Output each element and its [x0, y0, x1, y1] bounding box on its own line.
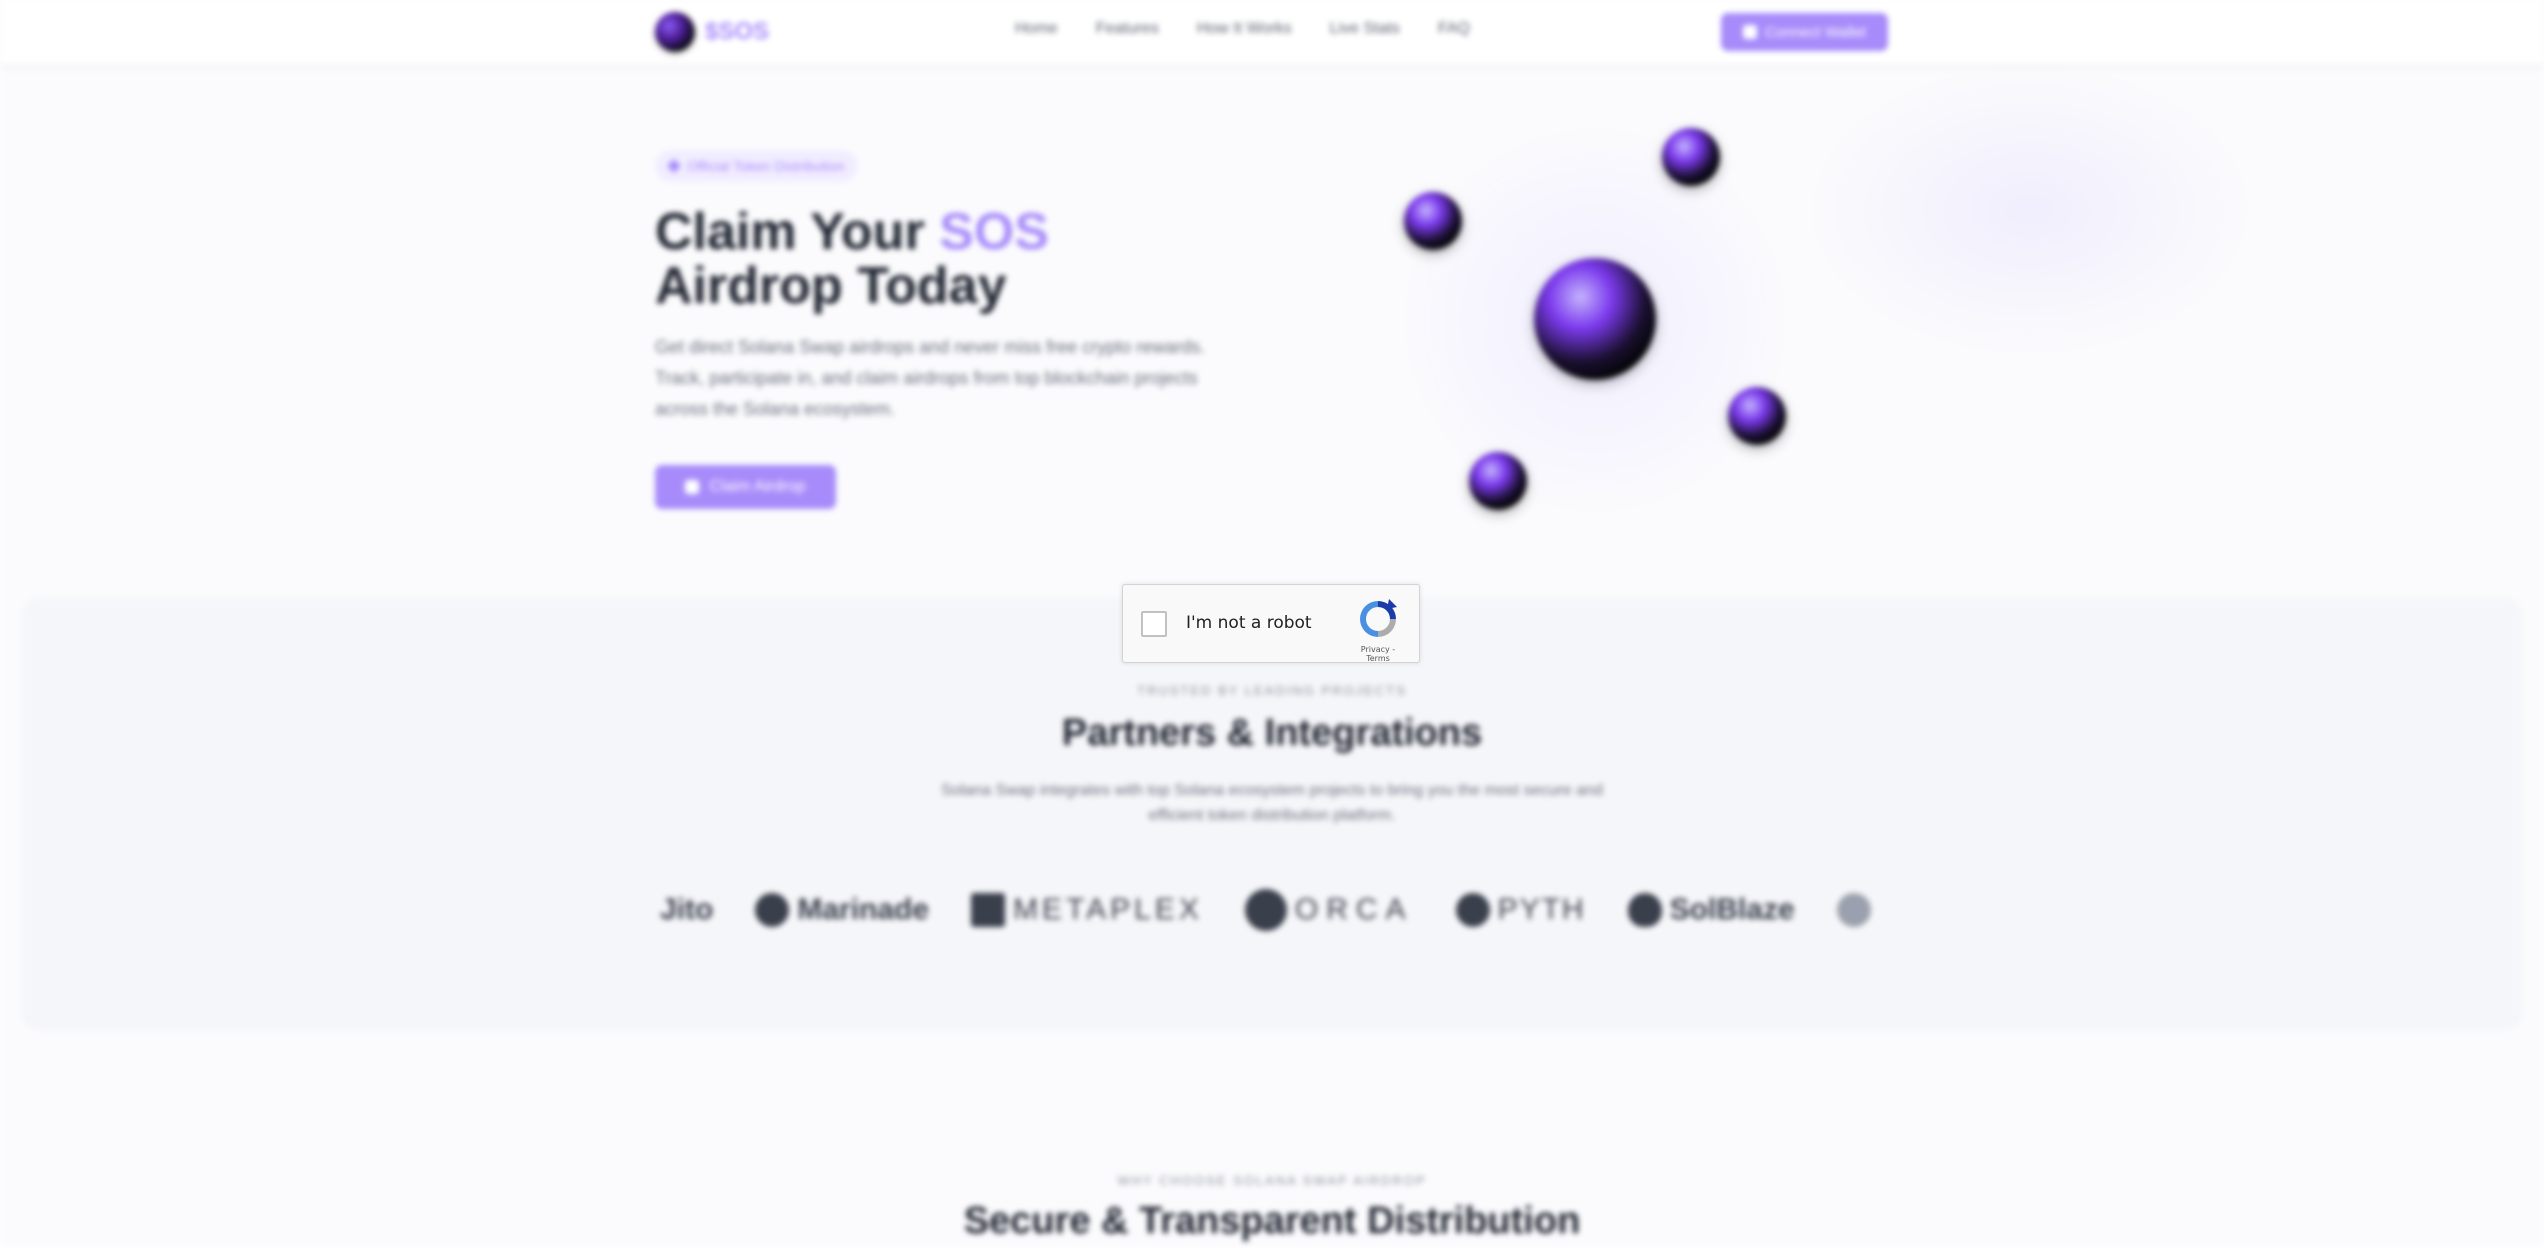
partner-logo-carousel: Jito Marinade METAPLEX ORCA PYTH SolBlaz…	[660, 885, 1885, 935]
wallet-icon	[1742, 25, 1757, 39]
hero-title-accent: SOS	[939, 203, 1049, 261]
recaptcha-label: I'm not a robot	[1186, 613, 1312, 633]
brand-name: $SOS	[705, 18, 770, 45]
hero-badge: Official Token Distribution	[655, 150, 859, 182]
recaptcha-logo-icon	[1360, 599, 1397, 637]
claim-airdrop-label: Claim Airdrop	[709, 478, 806, 495]
nav-how-it-works[interactable]: How It Works	[1197, 20, 1292, 38]
marinade-icon	[755, 893, 790, 927]
token-right-icon	[1728, 387, 1786, 445]
token-top-icon	[1662, 128, 1720, 186]
nav-faq[interactable]: FAQ	[1438, 20, 1470, 38]
metaplex-icon	[971, 893, 1006, 927]
gift-icon	[685, 480, 700, 494]
hero-title: Claim Your SOS Airdrop Today	[655, 205, 1355, 313]
connect-wallet-label: Connect Wallet	[1764, 23, 1867, 41]
partner-logo-marinade[interactable]: Marinade	[755, 893, 929, 927]
hero-description: Get direct Solana Swap airdrops and neve…	[655, 337, 1206, 419]
brand[interactable]: $SOS	[655, 10, 769, 54]
partner-logo-partial	[1836, 893, 1871, 927]
site-header: $SOS Home Features How It Works Live Sta…	[0, 0, 2544, 64]
main-nav: Home Features How It Works Live Stats FA…	[1015, 20, 1470, 38]
hero-title-line2: Airdrop Today	[655, 257, 1007, 315]
partners-subtitle: Solana Swap integrates with top Solana e…	[941, 782, 1603, 824]
recaptcha-checkbox[interactable]	[1141, 611, 1167, 637]
sparkle-icon	[666, 158, 682, 174]
features-title: Secure & Transparent Distribution	[963, 1200, 1581, 1242]
token-main-icon	[1534, 258, 1656, 380]
partners-kicker: TRUSTED BY LEADING PROJECTS	[1137, 683, 1407, 698]
nav-live-stats[interactable]: Live Stats	[1330, 20, 1400, 38]
partner-logo-jito[interactable]: Jito	[660, 893, 713, 927]
partner-partial-icon	[1836, 893, 1871, 927]
flame-icon	[1627, 893, 1662, 927]
pyth-icon	[1455, 893, 1490, 927]
features-kicker: WHY CHOOSE SOLANA SWAP AIRDROP	[1117, 1173, 1427, 1188]
recaptcha-links[interactable]: Privacy - Terms	[1348, 645, 1408, 663]
token-bottom-icon	[1469, 452, 1527, 510]
partner-logo-orca[interactable]: ORCA	[1244, 889, 1414, 931]
partner-logo-solblaze[interactable]: SolBlaze	[1627, 893, 1795, 927]
hero-title-prefix: Claim Your	[655, 203, 940, 261]
orca-icon	[1244, 889, 1287, 931]
sos-logo-icon	[655, 12, 695, 52]
nav-home[interactable]: Home	[1015, 20, 1058, 38]
hero-glow	[1800, 60, 2260, 360]
partner-logo-metaplex[interactable]: METAPLEX	[971, 893, 1203, 927]
claim-airdrop-button[interactable]: Claim Airdrop	[655, 465, 836, 509]
nav-features[interactable]: Features	[1096, 20, 1159, 38]
connect-wallet-button[interactable]: Connect Wallet	[1721, 13, 1888, 51]
recaptcha-widget: I'm not a robot Privacy - Terms	[1122, 584, 1420, 663]
partners-title: Partners & Integrations	[1061, 712, 1483, 754]
token-left-icon	[1404, 192, 1462, 250]
partner-logo-pyth[interactable]: PYTH	[1455, 893, 1586, 927]
hero-badge-label: Official Token Distribution	[687, 158, 845, 174]
